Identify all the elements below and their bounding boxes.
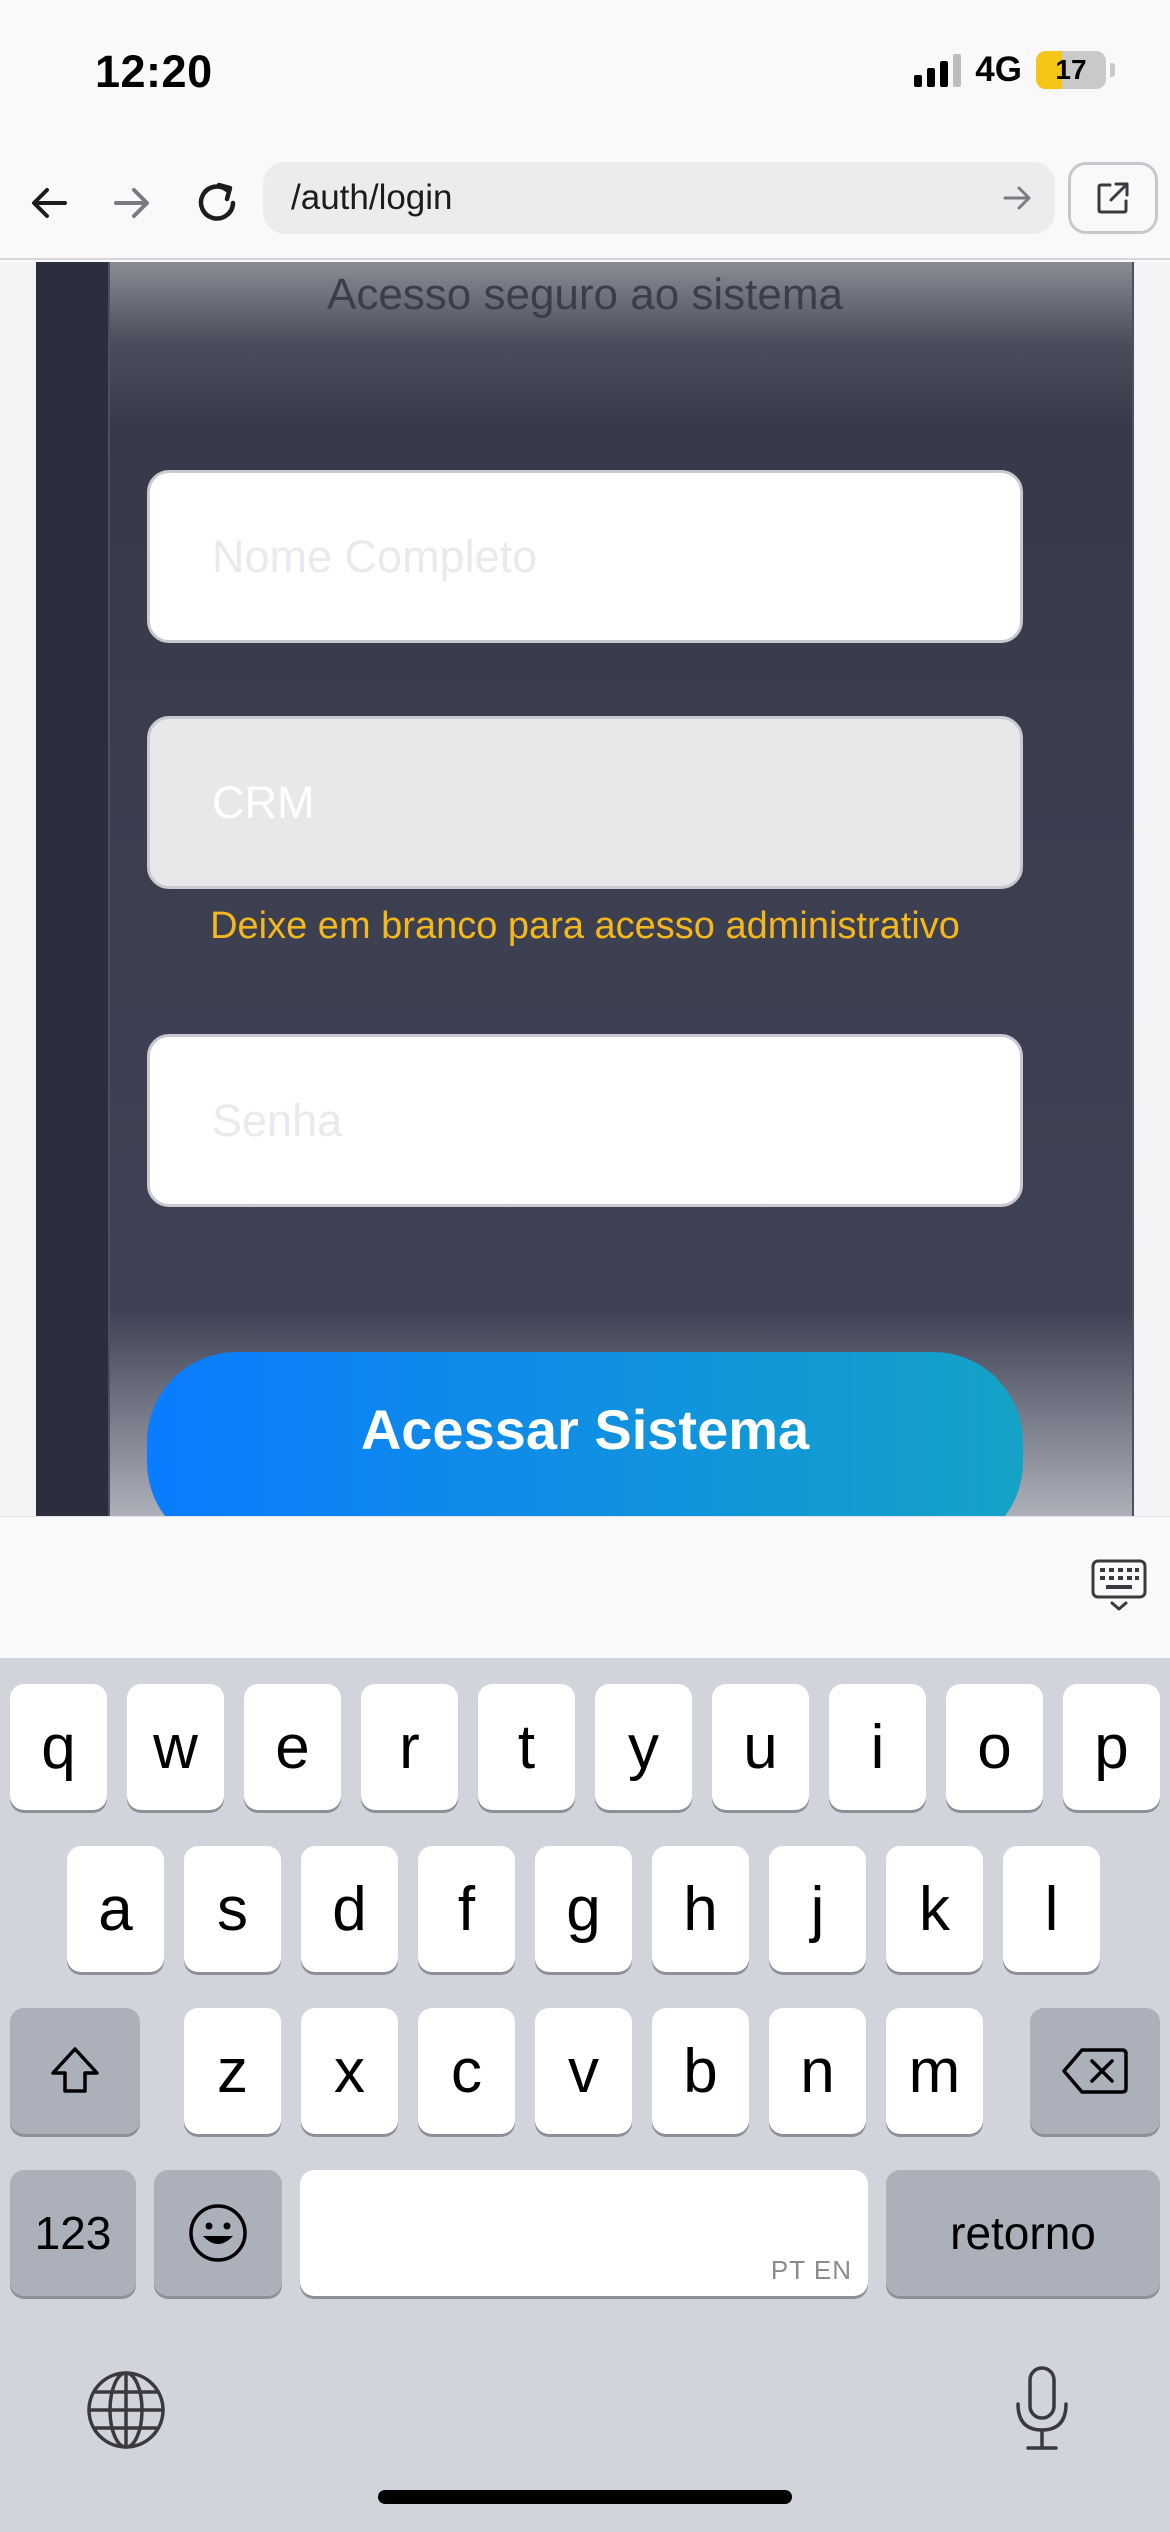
login-card: [108, 262, 1134, 1516]
full-name-field[interactable]: [147, 470, 1023, 643]
reload-icon: [198, 182, 236, 221]
key-l[interactable]: l: [1003, 1846, 1100, 1972]
key-b[interactable]: b: [652, 2008, 749, 2134]
key-c[interactable]: c: [418, 2008, 515, 2134]
url-bar[interactable]: /auth/login: [263, 162, 1055, 234]
page-margin-right: [1134, 262, 1170, 1516]
open-external-button[interactable]: [1068, 162, 1158, 234]
key-f[interactable]: f: [418, 1846, 515, 1972]
emoji-key[interactable]: [154, 2170, 282, 2296]
key-v[interactable]: v: [535, 2008, 632, 2134]
key-h[interactable]: h: [652, 1846, 749, 1972]
arrow-left-icon: [32, 188, 67, 218]
return-key[interactable]: retorno: [886, 2170, 1160, 2296]
forward-button[interactable]: [97, 168, 167, 238]
key-t[interactable]: t: [478, 1684, 575, 1810]
key-u[interactable]: u: [712, 1684, 809, 1810]
key-n[interactable]: n: [769, 2008, 866, 2134]
status-time: 12:20: [95, 46, 213, 97]
back-button[interactable]: [14, 168, 84, 238]
full-name-input[interactable]: [150, 473, 1020, 640]
home-indicator: [378, 2490, 792, 2504]
arrow-right-icon: [114, 188, 149, 218]
globe-icon: [87, 2371, 165, 2449]
shift-key[interactable]: [10, 2008, 140, 2134]
key-p[interactable]: p: [1063, 1684, 1160, 1810]
login-container: [36, 262, 1134, 1516]
external-link-icon: [1097, 182, 1129, 214]
network-type: 4G: [975, 50, 1022, 89]
key-j[interactable]: j: [769, 1846, 866, 1972]
submit-button[interactable]: Acessar Sistema: [147, 1352, 1023, 1516]
space-language-label: PT EN: [770, 2255, 852, 2285]
key-k[interactable]: k: [886, 1846, 983, 1972]
browser-toolbar: /auth/login: [0, 150, 1170, 260]
key-q[interactable]: q: [10, 1684, 107, 1810]
globe-button[interactable]: [84, 2368, 168, 2457]
key-r[interactable]: r: [361, 1684, 458, 1810]
keyboard: qwertyuiop asdfghjkl zxcvbnm 123 PT EN r: [0, 1658, 1170, 2532]
numbers-key[interactable]: 123: [10, 2170, 136, 2296]
key-g[interactable]: g: [535, 1846, 632, 1972]
keyboard-dismiss-icon[interactable]: [1090, 1557, 1148, 1615]
crm-field[interactable]: [147, 716, 1023, 889]
password-field[interactable]: [147, 1034, 1023, 1207]
key-s[interactable]: s: [184, 1846, 281, 1972]
key-m[interactable]: m: [886, 2008, 983, 2134]
crm-hint: Deixe em branco para acesso administrati…: [210, 905, 960, 947]
reload-button[interactable]: [182, 168, 252, 238]
microphone-icon: [1016, 2366, 1068, 2450]
go-arrow-icon[interactable]: [999, 180, 1035, 216]
password-input[interactable]: [150, 1037, 1020, 1204]
status-indicators: 4G 17: [914, 50, 1115, 90]
key-a[interactable]: a: [67, 1846, 164, 1972]
delete-key[interactable]: [1030, 2008, 1160, 2134]
key-y[interactable]: y: [595, 1684, 692, 1810]
key-w[interactable]: w: [127, 1684, 224, 1810]
login-subtitle: Acesso seguro ao sistema: [326, 270, 844, 319]
key-e[interactable]: e: [244, 1684, 341, 1810]
emoji-icon: [189, 2204, 247, 2262]
dictation-button[interactable]: [1010, 2364, 1074, 2459]
key-o[interactable]: o: [946, 1684, 1043, 1810]
key-z[interactable]: z: [184, 2008, 281, 2134]
space-key[interactable]: PT EN: [300, 2170, 868, 2296]
status-bar: 12:20 4G 17: [0, 0, 1170, 150]
battery-level: 17: [1055, 54, 1087, 85]
url-text: /auth/login: [291, 178, 453, 217]
key-x[interactable]: x: [301, 2008, 398, 2134]
page-margin-left: [0, 262, 36, 1516]
web-content: Acesso seguro ao sistema Deixe em branco…: [0, 262, 1170, 1516]
screen: 12:20 4G 17 /auth/login Acesso seguro ao…: [0, 0, 1170, 2532]
key-i[interactable]: i: [829, 1684, 926, 1810]
battery-nub: [1110, 63, 1115, 77]
shift-icon: [51, 2047, 99, 2093]
key-d[interactable]: d: [301, 1846, 398, 1972]
crm-input[interactable]: [150, 719, 1020, 886]
battery-icon: 17: [1036, 51, 1106, 89]
delete-icon: [1062, 2048, 1128, 2094]
signal-icon: [914, 53, 962, 87]
keyboard-accessory-bar: [0, 1516, 1170, 1658]
